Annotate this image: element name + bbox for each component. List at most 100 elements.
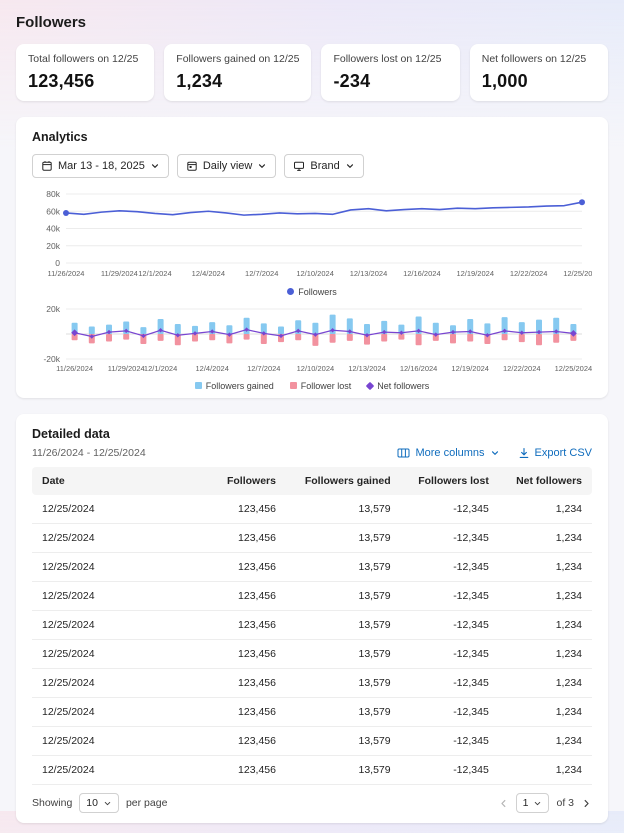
stat-label: Followers gained on 12/25 [176, 53, 299, 65]
table-cell: 1,234 [499, 582, 592, 611]
columns-icon [397, 447, 410, 459]
table-cell: -12,345 [401, 756, 499, 785]
svg-text:12/7/2024: 12/7/2024 [245, 269, 278, 278]
export-csv-label: Export CSV [535, 447, 592, 459]
legend-item[interactable]: Follower lost [290, 381, 352, 391]
svg-text:12/16/2024: 12/16/2024 [400, 364, 438, 373]
table-cell: 12/25/2024 [32, 582, 211, 611]
stats-row: Total followers on 12/25 123,456 Followe… [16, 44, 608, 101]
page-size-control: Showing 10 per page [32, 793, 167, 813]
calendar-day-icon [186, 160, 198, 172]
legend-label: Follower lost [301, 381, 352, 391]
table-cell: 1,234 [499, 611, 592, 640]
svg-text:12/19/2024: 12/19/2024 [451, 364, 489, 373]
current-page-value: 1 [523, 797, 529, 809]
stat-value: -234 [333, 71, 447, 92]
table-cell: 1,234 [499, 495, 592, 524]
table-cell: 12/25/2024 [32, 756, 211, 785]
legend-item[interactable]: Followers [287, 287, 337, 297]
table-cell: 123,456 [211, 698, 286, 727]
stat-card-followers-lost: Followers lost on 12/25 -234 [321, 44, 459, 101]
table-cell: 13,579 [286, 553, 401, 582]
svg-text:12/4/2024: 12/4/2024 [192, 269, 225, 278]
gained-lost-bar-chart: -20k 20k 11/26/2024 11/29/202412/1/2024 12/4… [32, 304, 592, 374]
table-row: 12/25/2024123,45613,579-12,3451,234 [32, 727, 592, 756]
table-cell: -12,345 [401, 553, 499, 582]
legend-item[interactable]: Followers gained [195, 381, 274, 391]
chevron-right-icon [581, 798, 592, 809]
table-cell: 12/25/2024 [32, 640, 211, 669]
export-csv-button[interactable]: Export CSV [518, 447, 592, 459]
view-granularity-dropdown[interactable]: Daily view [177, 154, 277, 178]
table-cell: 1,234 [499, 727, 592, 756]
table-footer: Showing 10 per page 1 [32, 793, 592, 813]
stat-label: Net followers on 12/25 [482, 53, 596, 65]
column-header-followers-lost: Followers lost [401, 467, 499, 495]
more-columns-button[interactable]: More columns [397, 447, 499, 459]
pagination: 1 of 3 [498, 793, 592, 813]
svg-text:20k: 20k [46, 304, 60, 314]
table-cell: 1,234 [499, 698, 592, 727]
column-header-followers: Followers [211, 467, 286, 495]
table-cell: 123,456 [211, 553, 286, 582]
stat-card-total-followers: Total followers on 12/25 123,456 [16, 44, 154, 101]
table-cell: 12/25/2024 [32, 727, 211, 756]
svg-text:12/16/2024: 12/16/2024 [403, 269, 441, 278]
analytics-filters: Mar 13 - 18, 2025 Daily view Brand [32, 154, 592, 178]
page-number-select[interactable]: 1 [516, 793, 550, 813]
table-cell: 123,456 [211, 640, 286, 669]
table-cell: -12,345 [401, 698, 499, 727]
table-cell: 1,234 [499, 553, 592, 582]
table-row: 12/25/2024123,45613,579-12,3451,234 [32, 698, 592, 727]
svg-text:-20k: -20k [43, 354, 60, 364]
table-cell: -12,345 [401, 611, 499, 640]
bar-chart-legend: Followers gained Follower lost Net followe… [32, 379, 592, 392]
table-row: 12/25/2024123,45613,579-12,3451,234 [32, 524, 592, 553]
stat-label: Followers lost on 12/25 [333, 53, 447, 65]
table-header-row: Date Followers Followers gained Follower… [32, 467, 592, 495]
stat-value: 1,234 [176, 71, 299, 92]
stat-value: 123,456 [28, 71, 142, 92]
table-row: 12/25/2024123,45613,579-12,3451,234 [32, 756, 592, 785]
column-header-date: Date [32, 467, 211, 495]
table-cell: 12/25/2024 [32, 611, 211, 640]
svg-text:0: 0 [55, 258, 60, 268]
table-meta-row: 11/26/2024 - 12/25/2024 More columns Exp… [32, 447, 592, 459]
table-cell: 12/25/2024 [32, 669, 211, 698]
svg-text:60k: 60k [46, 206, 60, 216]
table-cell: -12,345 [401, 669, 499, 698]
date-range-dropdown[interactable]: Mar 13 - 18, 2025 [32, 154, 169, 178]
table-cell: 13,579 [286, 727, 401, 756]
svg-text:11/26/2024: 11/26/2024 [56, 364, 93, 373]
page-count-label: of 3 [556, 797, 574, 809]
svg-text:12/25/2024: 12/25/2024 [555, 364, 592, 373]
legend-item[interactable]: Net followers [367, 381, 429, 391]
previous-page-button[interactable] [498, 798, 509, 809]
table-cell: 123,456 [211, 582, 286, 611]
per-page-label: per page [126, 797, 167, 809]
svg-text:12/4/2024: 12/4/2024 [196, 364, 229, 373]
next-page-button[interactable] [581, 798, 592, 809]
svg-text:11/26/2024: 11/26/2024 [48, 269, 85, 278]
table-cell: 123,456 [211, 669, 286, 698]
calendar-icon [41, 160, 53, 172]
svg-text:12/10/2024: 12/10/2024 [297, 364, 335, 373]
table-cell: 13,579 [286, 495, 401, 524]
svg-text:11/29/2024: 11/29/2024 [101, 269, 138, 278]
svg-text:40k: 40k [46, 224, 60, 234]
monitor-icon [293, 160, 305, 172]
table-cell: -12,345 [401, 727, 499, 756]
svg-text:12/19/2024: 12/19/2024 [456, 269, 494, 278]
svg-text:12/7/2024: 12/7/2024 [247, 364, 280, 373]
table-cell: 1,234 [499, 640, 592, 669]
stat-card-followers-gained: Followers gained on 12/25 1,234 [164, 44, 311, 101]
table-cell: 13,579 [286, 669, 401, 698]
svg-text:12/1/2024: 12/1/2024 [144, 364, 177, 373]
analytics-title: Analytics [32, 130, 592, 144]
detailed-data-title: Detailed data [32, 427, 592, 441]
page-size-select[interactable]: 10 [79, 793, 119, 813]
square-swatch-icon [290, 382, 297, 389]
showing-label: Showing [32, 797, 72, 809]
source-dropdown[interactable]: Brand [284, 154, 363, 178]
svg-text:11/29/2024: 11/29/2024 [108, 364, 145, 373]
